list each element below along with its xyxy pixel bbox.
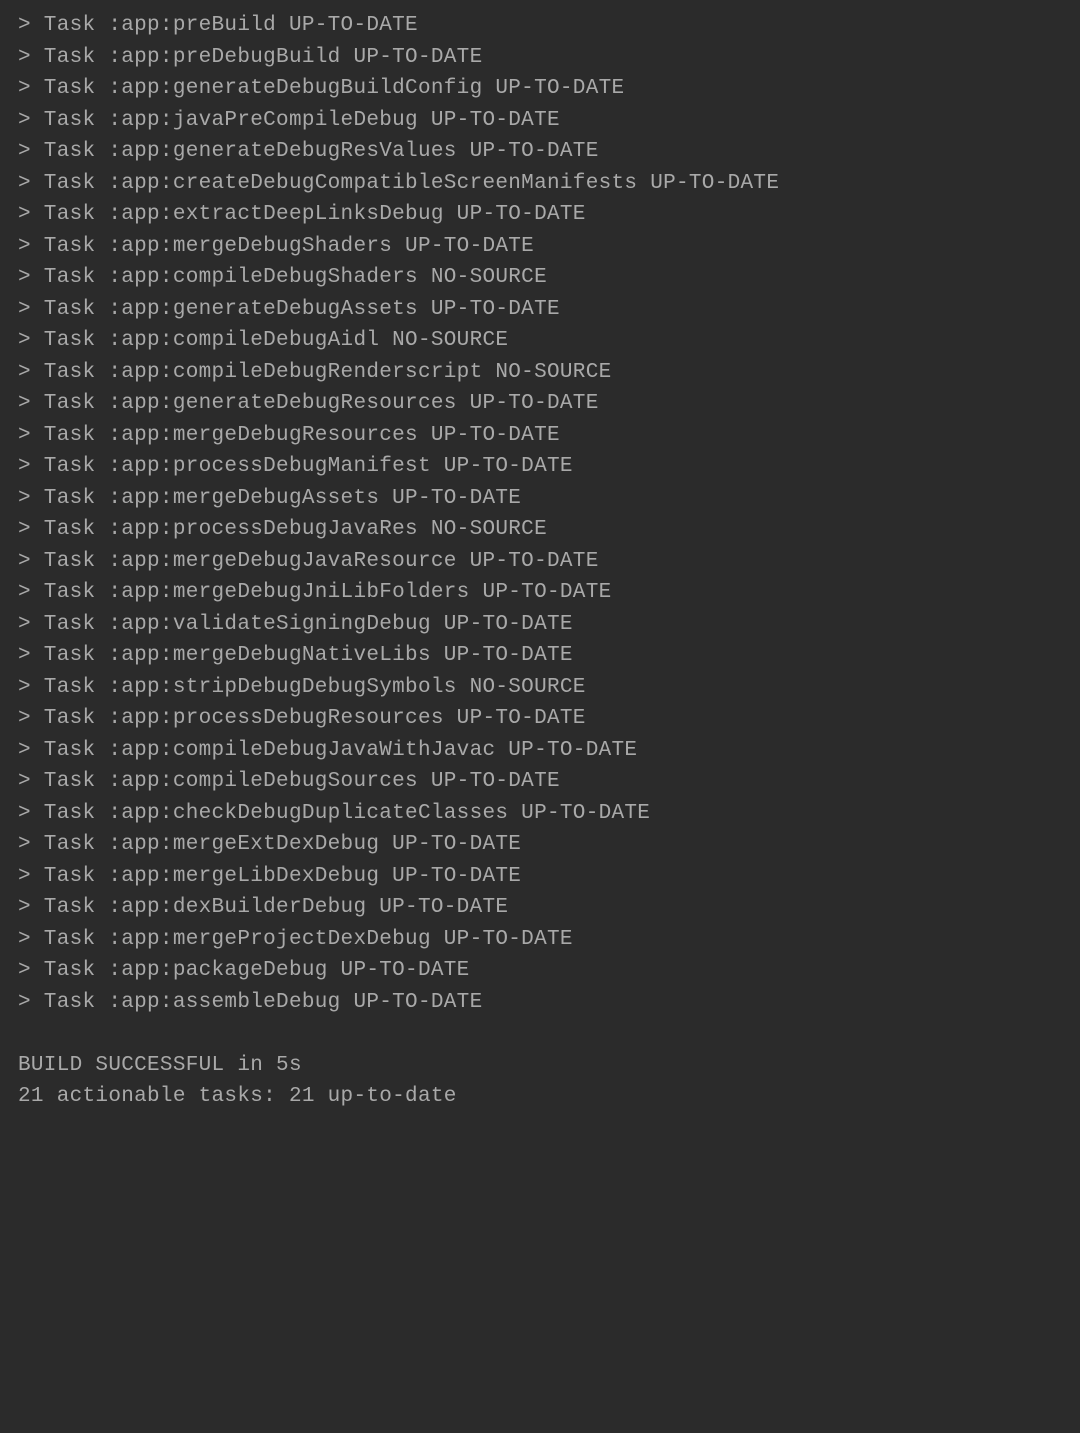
task-line: > Task :app:assembleDebug UP-TO-DATE [18, 987, 1062, 1019]
task-line: > Task :app:compileDebugRenderscript NO-… [18, 357, 1062, 389]
task-line: > Task :app:stripDebugDebugSymbols NO-SO… [18, 672, 1062, 704]
task-line: > Task :app:mergeDebugNativeLibs UP-TO-D… [18, 640, 1062, 672]
task-line: > Task :app:mergeDebugAssets UP-TO-DATE [18, 483, 1062, 515]
task-line: > Task :app:processDebugJavaRes NO-SOURC… [18, 514, 1062, 546]
task-line: > Task :app:generateDebugBuildConfig UP-… [18, 73, 1062, 105]
task-line: > Task :app:packageDebug UP-TO-DATE [18, 955, 1062, 987]
task-line: > Task :app:dexBuilderDebug UP-TO-DATE [18, 892, 1062, 924]
task-line: > Task :app:extractDeepLinksDebug UP-TO-… [18, 199, 1062, 231]
task-line: > Task :app:compileDebugAidl NO-SOURCE [18, 325, 1062, 357]
build-result-line: BUILD SUCCESSFUL in 5s [18, 1050, 1062, 1082]
task-line: > Task :app:mergeDebugResources UP-TO-DA… [18, 420, 1062, 452]
task-line: > Task :app:generateDebugResources UP-TO… [18, 388, 1062, 420]
task-line: > Task :app:mergeDebugShaders UP-TO-DATE [18, 231, 1062, 263]
blank-line [18, 1018, 1062, 1050]
task-line: > Task :app:preDebugBuild UP-TO-DATE [18, 42, 1062, 74]
task-line: > Task :app:javaPreCompileDebug UP-TO-DA… [18, 105, 1062, 137]
task-line: > Task :app:compileDebugJavaWithJavac UP… [18, 735, 1062, 767]
task-line: > Task :app:mergeExtDexDebug UP-TO-DATE [18, 829, 1062, 861]
task-line: > Task :app:compileDebugSources UP-TO-DA… [18, 766, 1062, 798]
task-line: > Task :app:mergeDebugJavaResource UP-TO… [18, 546, 1062, 578]
task-line: > Task :app:mergeLibDexDebug UP-TO-DATE [18, 861, 1062, 893]
task-line: > Task :app:generateDebugAssets UP-TO-DA… [18, 294, 1062, 326]
task-line: > Task :app:preBuild UP-TO-DATE [18, 10, 1062, 42]
actionable-tasks-line: 21 actionable tasks: 21 up-to-date [18, 1081, 1062, 1113]
task-line: > Task :app:mergeDebugJniLibFolders UP-T… [18, 577, 1062, 609]
task-line: > Task :app:checkDebugDuplicateClasses U… [18, 798, 1062, 830]
build-output: > Task :app:preBuild UP-TO-DATE> Task :a… [18, 10, 1062, 1113]
task-line: > Task :app:mergeProjectDexDebug UP-TO-D… [18, 924, 1062, 956]
task-line: > Task :app:compileDebugShaders NO-SOURC… [18, 262, 1062, 294]
task-line: > Task :app:processDebugResources UP-TO-… [18, 703, 1062, 735]
task-line: > Task :app:generateDebugResValues UP-TO… [18, 136, 1062, 168]
task-line: > Task :app:validateSigningDebug UP-TO-D… [18, 609, 1062, 641]
task-line: > Task :app:processDebugManifest UP-TO-D… [18, 451, 1062, 483]
task-line: > Task :app:createDebugCompatibleScreenM… [18, 168, 1062, 200]
